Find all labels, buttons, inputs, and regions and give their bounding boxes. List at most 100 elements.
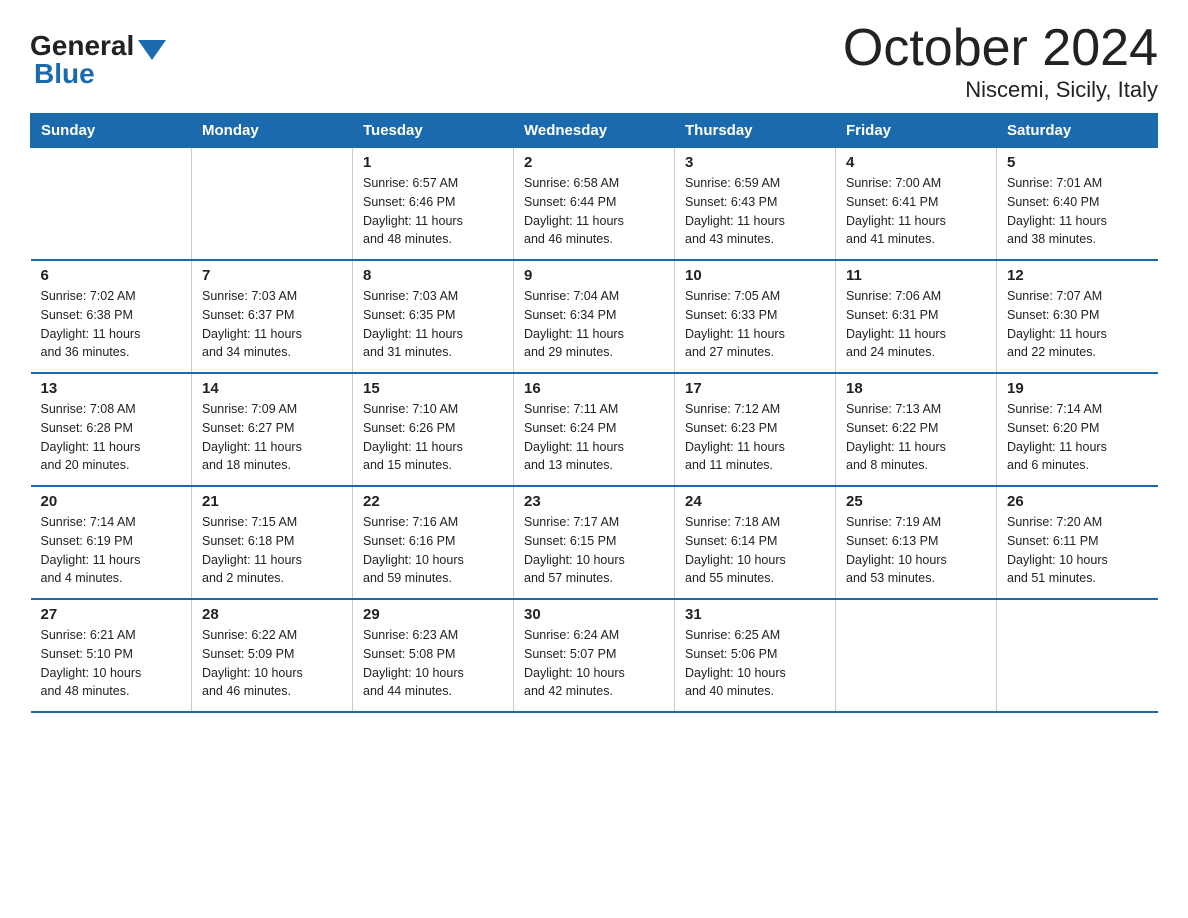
calendar-day-cell: 27 Sunrise: 6:21 AMSunset: 5:10 PMDayligh…	[31, 599, 192, 712]
day-info: Sunrise: 7:20 AMSunset: 6:11 PMDaylight:…	[1007, 513, 1148, 588]
day-info: Sunrise: 7:02 AMSunset: 6:38 PMDaylight:…	[41, 287, 182, 362]
calendar-day-cell: 29Sunrise: 6:23 AMSunset: 5:08 PMDayligh…	[353, 599, 514, 712]
day-info: Sunrise: 7:04 AMSunset: 6:34 PMDaylight:…	[524, 287, 664, 362]
calendar-day-cell	[836, 599, 997, 712]
day-info: Sunrise: 6:57 AMSunset: 6:46 PMDaylight:…	[363, 174, 503, 249]
day-info: Sunrise: 7:09 AMSunset: 6:27 PMDaylight:…	[202, 400, 342, 475]
calendar-table: SundayMondayTuesdayWednesdayThursdayFrid…	[30, 113, 1158, 713]
day-number: 22	[363, 493, 503, 510]
day-number: 31	[685, 606, 825, 623]
calendar-day-cell: 14 Sunrise: 7:09 AMSunset: 6:27 PMDayligh…	[192, 373, 353, 486]
day-info: Sunrise: 7:14 AMSunset: 6:19 PMDaylight:…	[41, 513, 182, 588]
calendar-day-cell: 9 Sunrise: 7:04 AMSunset: 6:34 PMDaylight…	[514, 260, 675, 373]
day-number: 3	[685, 154, 825, 171]
day-info: Sunrise: 7:01 AMSunset: 6:40 PMDaylight:…	[1007, 174, 1148, 249]
day-number: 2	[524, 154, 664, 171]
day-number: 10	[685, 267, 825, 284]
calendar-day-header: Sunday	[31, 114, 192, 148]
day-number: 20	[41, 493, 182, 510]
day-number: 17	[685, 380, 825, 397]
calendar-day-header: Friday	[836, 114, 997, 148]
calendar-header-row: SundayMondayTuesdayWednesdayThursdayFrid…	[31, 114, 1158, 148]
calendar-day-header: Monday	[192, 114, 353, 148]
page-header: General Blue October 2024 Niscemi, Sicil…	[30, 20, 1158, 103]
calendar-day-cell: 6 Sunrise: 7:02 AMSunset: 6:38 PMDaylight…	[31, 260, 192, 373]
day-number: 13	[41, 380, 182, 397]
day-info: Sunrise: 6:24 AMSunset: 5:07 PMDaylight:…	[524, 626, 664, 701]
logo: General Blue	[30, 30, 166, 90]
calendar-week-row: 20 Sunrise: 7:14 AMSunset: 6:19 PMDayligh…	[31, 486, 1158, 599]
calendar-day-cell: 31 Sunrise: 6:25 AMSunset: 5:06 PMDayligh…	[675, 599, 836, 712]
day-number: 9	[524, 267, 664, 284]
calendar-day-cell	[192, 148, 353, 261]
day-info: Sunrise: 7:05 AMSunset: 6:33 PMDaylight:…	[685, 287, 825, 362]
calendar-day-cell: 8 Sunrise: 7:03 AMSunset: 6:35 PMDaylight…	[353, 260, 514, 373]
calendar-day-cell: 7Sunrise: 7:03 AMSunset: 6:37 PMDaylight…	[192, 260, 353, 373]
day-number: 11	[846, 267, 986, 284]
calendar-day-cell: 13 Sunrise: 7:08 AMSunset: 6:28 PMDayligh…	[31, 373, 192, 486]
day-info: Sunrise: 7:18 AMSunset: 6:14 PMDaylight:…	[685, 513, 825, 588]
day-info: Sunrise: 7:00 AMSunset: 6:41 PMDaylight:…	[846, 174, 986, 249]
day-info: Sunrise: 7:16 AMSunset: 6:16 PMDaylight:…	[363, 513, 503, 588]
calendar-day-cell	[997, 599, 1158, 712]
calendar-day-cell: 25 Sunrise: 7:19 AMSunset: 6:13 PMDayligh…	[836, 486, 997, 599]
day-number: 12	[1007, 267, 1148, 284]
day-info: Sunrise: 7:17 AMSunset: 6:15 PMDaylight:…	[524, 513, 664, 588]
day-info: Sunrise: 7:15 AMSunset: 6:18 PMDaylight:…	[202, 513, 342, 588]
calendar-day-cell: 2 Sunrise: 6:58 AMSunset: 6:44 PMDaylight…	[514, 148, 675, 261]
calendar-day-cell: 5Sunrise: 7:01 AMSunset: 6:40 PMDaylight…	[997, 148, 1158, 261]
day-number: 15	[363, 380, 503, 397]
calendar-day-cell: 18 Sunrise: 7:13 AMSunset: 6:22 PMDayligh…	[836, 373, 997, 486]
day-number: 26	[1007, 493, 1148, 510]
logo-blue-text: Blue	[34, 58, 95, 90]
calendar-day-cell: 24Sunrise: 7:18 AMSunset: 6:14 PMDayligh…	[675, 486, 836, 599]
day-number: 4	[846, 154, 986, 171]
calendar-day-cell: 17 Sunrise: 7:12 AMSunset: 6:23 PMDayligh…	[675, 373, 836, 486]
day-number: 14	[202, 380, 342, 397]
day-info: Sunrise: 7:03 AMSunset: 6:35 PMDaylight:…	[363, 287, 503, 362]
calendar-week-row: 1 Sunrise: 6:57 AMSunset: 6:46 PMDaylight…	[31, 148, 1158, 261]
day-number: 25	[846, 493, 986, 510]
calendar-day-header: Tuesday	[353, 114, 514, 148]
calendar-day-header: Saturday	[997, 114, 1158, 148]
day-info: Sunrise: 7:19 AMSunset: 6:13 PMDaylight:…	[846, 513, 986, 588]
day-info: Sunrise: 6:25 AMSunset: 5:06 PMDaylight:…	[685, 626, 825, 701]
day-info: Sunrise: 6:59 AMSunset: 6:43 PMDaylight:…	[685, 174, 825, 249]
calendar-day-cell: 11Sunrise: 7:06 AMSunset: 6:31 PMDayligh…	[836, 260, 997, 373]
logo-arrow-icon	[138, 40, 166, 60]
day-number: 16	[524, 380, 664, 397]
calendar-day-cell: 1 Sunrise: 6:57 AMSunset: 6:46 PMDaylight…	[353, 148, 514, 261]
calendar-day-cell: 12Sunrise: 7:07 AMSunset: 6:30 PMDayligh…	[997, 260, 1158, 373]
day-number: 27	[41, 606, 182, 623]
calendar-day-cell: 23Sunrise: 7:17 AMSunset: 6:15 PMDayligh…	[514, 486, 675, 599]
day-number: 28	[202, 606, 342, 623]
day-info: Sunrise: 6:58 AMSunset: 6:44 PMDaylight:…	[524, 174, 664, 249]
day-info: Sunrise: 7:10 AMSunset: 6:26 PMDaylight:…	[363, 400, 503, 475]
day-number: 30	[524, 606, 664, 623]
calendar-day-header: Thursday	[675, 114, 836, 148]
title-area: October 2024 Niscemi, Sicily, Italy	[843, 20, 1158, 103]
calendar-day-cell: 4 Sunrise: 7:00 AMSunset: 6:41 PMDaylight…	[836, 148, 997, 261]
day-number: 8	[363, 267, 503, 284]
day-info: Sunrise: 7:08 AMSunset: 6:28 PMDaylight:…	[41, 400, 182, 475]
day-info: Sunrise: 7:14 AMSunset: 6:20 PMDaylight:…	[1007, 400, 1148, 475]
calendar-day-cell: 22 Sunrise: 7:16 AMSunset: 6:16 PMDayligh…	[353, 486, 514, 599]
calendar-day-cell: 15 Sunrise: 7:10 AMSunset: 6:26 PMDayligh…	[353, 373, 514, 486]
calendar-day-cell: 28Sunrise: 6:22 AMSunset: 5:09 PMDayligh…	[192, 599, 353, 712]
day-info: Sunrise: 7:12 AMSunset: 6:23 PMDaylight:…	[685, 400, 825, 475]
calendar-day-cell	[31, 148, 192, 261]
day-info: Sunrise: 7:13 AMSunset: 6:22 PMDaylight:…	[846, 400, 986, 475]
day-number: 6	[41, 267, 182, 284]
location-title: Niscemi, Sicily, Italy	[843, 77, 1158, 103]
day-info: Sunrise: 6:21 AMSunset: 5:10 PMDaylight:…	[41, 626, 182, 701]
calendar-day-cell: 20 Sunrise: 7:14 AMSunset: 6:19 PMDayligh…	[31, 486, 192, 599]
calendar-week-row: 6 Sunrise: 7:02 AMSunset: 6:38 PMDaylight…	[31, 260, 1158, 373]
day-number: 7	[202, 267, 342, 284]
day-number: 1	[363, 154, 503, 171]
day-info: Sunrise: 7:11 AMSunset: 6:24 PMDaylight:…	[524, 400, 664, 475]
day-number: 29	[363, 606, 503, 623]
calendar-day-cell: 16 Sunrise: 7:11 AMSunset: 6:24 PMDayligh…	[514, 373, 675, 486]
calendar-day-cell: 30 Sunrise: 6:24 AMSunset: 5:07 PMDayligh…	[514, 599, 675, 712]
day-number: 18	[846, 380, 986, 397]
month-title: October 2024	[843, 20, 1158, 77]
